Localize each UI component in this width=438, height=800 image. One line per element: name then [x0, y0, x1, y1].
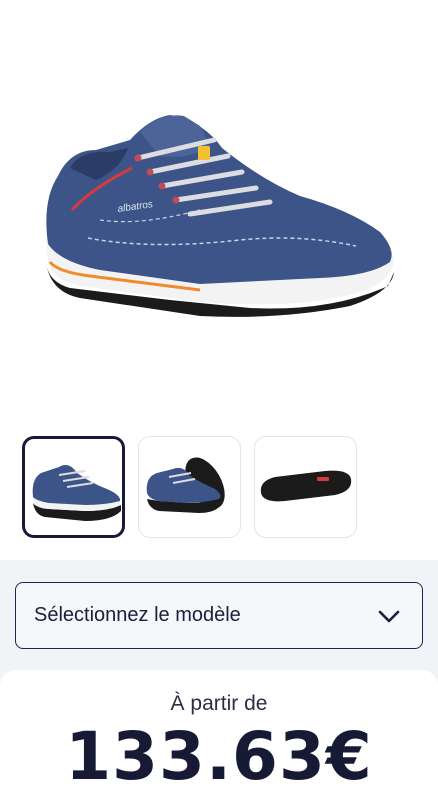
sneaker-thumbnail-icon [32, 465, 121, 521]
sneaker-pair-thumbnail-icon [146, 457, 225, 513]
thumbnail-side-view[interactable] [22, 436, 125, 538]
price-value: 133.63€ [65, 718, 373, 795]
price-card: À partir de 133.63€ [0, 670, 438, 800]
safety-sneaker-image: albatros [46, 115, 394, 317]
model-select-label: Sélectionnez le modèle [34, 604, 241, 626]
price-from-label: À partir de [170, 692, 268, 715]
purchase-panel: Sélectionnez le modèle À partir de 133.6… [0, 560, 438, 800]
model-select-dropdown[interactable]: Sélectionnez le modèle [15, 582, 423, 649]
thumbnail-pair-view[interactable] [138, 436, 241, 538]
product-main-image: albatros [0, 0, 438, 420]
image-gallery [22, 436, 422, 540]
thumbnail-sole-view[interactable] [254, 436, 357, 538]
chevron-down-icon [378, 610, 400, 622]
sole-thumbnail-icon [260, 470, 352, 502]
